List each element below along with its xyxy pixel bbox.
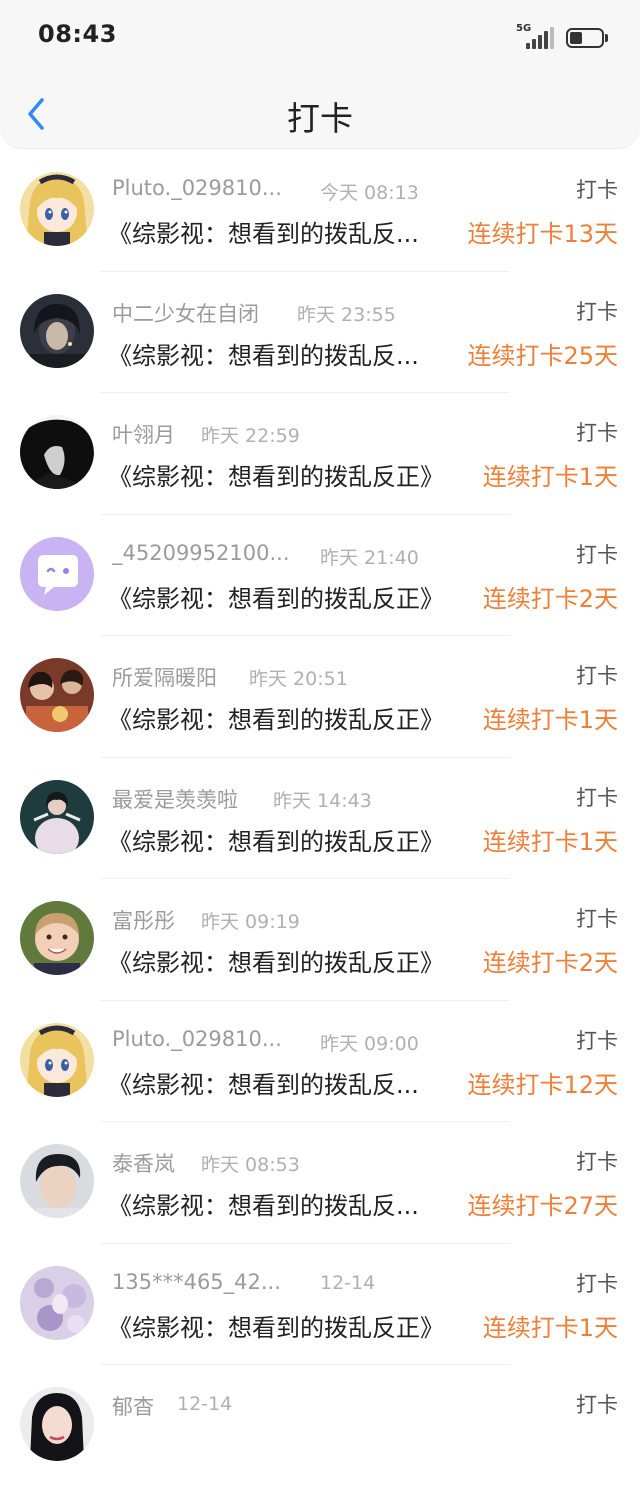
checkin-button[interactable]: 打卡 (576, 1389, 618, 1419)
list-item[interactable]: 郁杳 12-14 打卡 (0, 1365, 640, 1487)
battery-icon (566, 28, 608, 48)
list-item[interactable]: Pluto._029810... 昨天 09:00 打卡 《综影视：想看到的拨乱… (0, 1001, 640, 1122)
checkin-time: 昨天 20:51 (249, 668, 348, 690)
streak-label: 连续打卡13天 (467, 220, 618, 248)
page-title: 打卡 (287, 99, 353, 138)
checkin-button[interactable]: 打卡 (576, 539, 618, 569)
avatar[interactable] (20, 1144, 94, 1218)
checkin-button[interactable]: 打卡 (576, 296, 618, 326)
user-name[interactable]: 富彤彤 (112, 905, 175, 935)
list-item[interactable]: 中二少女在自闭 昨天 23:55 打卡 《综影视：想看到的拨乱反... 连续打卡… (0, 272, 640, 393)
status-icons: 5G (516, 23, 608, 52)
streak-label: 连续打卡27天 (467, 1192, 618, 1220)
checkin-button[interactable]: 打卡 (576, 417, 618, 447)
checkin-time: 12-14 (320, 1271, 376, 1294)
checkin-list: Pluto._029810... 今天 08:13 打卡 《综影视：想看到的拨乱… (0, 150, 640, 1487)
list-item[interactable]: 最爱是羡羡啦 昨天 14:43 打卡 《综影视：想看到的拨乱反正》 连续打卡1天 (0, 758, 640, 879)
list-item[interactable]: 所爱隔暖阳 昨天 20:51 打卡 《综影视：想看到的拨乱反正》 连续打卡1天 (0, 636, 640, 758)
streak-label: 连续打卡2天 (482, 949, 618, 977)
user-name[interactable]: 泰香岚 (112, 1148, 175, 1178)
list-item[interactable]: 135***465_42... 12-14 打卡 《综影视：想看到的拨乱反正》 … (0, 1244, 640, 1365)
checkin-button[interactable]: 打卡 (576, 903, 618, 933)
checkin-time: 今天 08:13 (320, 182, 419, 204)
streak-label: 连续打卡1天 (482, 1313, 618, 1342)
book-title: 《综影视：想看到的拨乱反正》 (108, 706, 444, 734)
user-name[interactable]: 郁杳 (112, 1391, 154, 1421)
streak-label: 连续打卡12天 (467, 1070, 618, 1099)
avatar[interactable] (20, 415, 94, 489)
list-item[interactable]: 叶翎月 昨天 22:59 打卡 《综影视：想看到的拨乱反正》 连续打卡1天 (0, 393, 640, 515)
book-title: 《综影视：想看到的拨乱反正》 (108, 1313, 444, 1342)
checkin-button[interactable]: 打卡 (576, 1268, 618, 1298)
checkin-button[interactable]: 打卡 (576, 1025, 618, 1055)
streak-label: 连续打卡25天 (467, 341, 618, 370)
avatar[interactable] (20, 293, 94, 368)
user-name[interactable]: Pluto._029810... (112, 176, 282, 200)
avatar[interactable] (20, 901, 94, 975)
book-title: 《综影视：想看到的拨乱反正》 (108, 827, 444, 856)
user-name[interactable]: Pluto._029810... (112, 1027, 282, 1051)
avatar[interactable] (20, 1265, 94, 1340)
signal-icon: 5G (516, 23, 554, 51)
user-name[interactable]: 所爱隔暖阳 (112, 662, 217, 692)
book-title: 《综影视：想看到的拨乱反... (108, 1192, 419, 1220)
checkin-time: 昨天 09:19 (201, 911, 300, 933)
user-name[interactable]: _45209952100... (112, 541, 290, 565)
checkin-time: 昨天 08:53 (201, 1154, 300, 1176)
book-title: 《综影视：想看到的拨乱反正》 (108, 949, 444, 977)
checkin-button[interactable]: 打卡 (576, 660, 618, 690)
status-time: 08:43 (38, 20, 117, 48)
avatar[interactable] (20, 1022, 94, 1097)
user-name[interactable]: 中二少女在自闭 (112, 298, 259, 328)
user-name[interactable]: 叶翎月 (112, 419, 175, 449)
avatar[interactable] (20, 1387, 94, 1461)
list-item[interactable]: _45209952100... 昨天 21:40 打卡 《综影视：想看到的拨乱反… (0, 515, 640, 636)
checkin-button[interactable]: 打卡 (576, 174, 618, 204)
streak-label: 连续打卡1天 (482, 463, 618, 491)
streak-label: 连续打卡1天 (482, 827, 618, 856)
avatar[interactable] (20, 779, 94, 854)
book-title: 《综影视：想看到的拨乱反正》 (108, 584, 444, 613)
user-name[interactable]: 135***465_42... (112, 1270, 281, 1294)
checkin-time: 昨天 21:40 (320, 546, 419, 569)
list-item[interactable]: 富彤彤 昨天 09:19 打卡 《综影视：想看到的拨乱反正》 连续打卡2天 (0, 879, 640, 1001)
streak-label: 连续打卡1天 (482, 706, 618, 734)
checkin-time: 昨天 09:00 (320, 1032, 419, 1055)
checkin-button[interactable]: 打卡 (576, 1146, 618, 1176)
list-item[interactable]: Pluto._029810... 今天 08:13 打卡 《综影视：想看到的拨乱… (0, 150, 640, 272)
user-name[interactable]: 最爱是羡羡啦 (112, 784, 238, 814)
checkin-time: 昨天 22:59 (201, 425, 300, 447)
book-title: 《综影视：想看到的拨乱反... (108, 341, 419, 370)
streak-label: 连续打卡2天 (482, 584, 618, 613)
list-item[interactable]: 泰香岚 昨天 08:53 打卡 《综影视：想看到的拨乱反... 连续打卡27天 (0, 1122, 640, 1244)
avatar[interactable] (20, 658, 94, 732)
checkin-time: 昨天 14:43 (273, 789, 372, 812)
top-bar: 08:43 5G 打卡 (0, 0, 640, 148)
checkin-button[interactable]: 打卡 (576, 782, 618, 812)
book-title: 《综影视：想看到的拨乱反... (108, 1070, 419, 1099)
book-title: 《综影视：想看到的拨乱反... (108, 220, 419, 248)
avatar[interactable] (20, 536, 94, 611)
checkin-time: 昨天 23:55 (297, 303, 396, 326)
avatar[interactable] (20, 172, 94, 246)
book-title: 《综影视：想看到的拨乱反正》 (108, 463, 444, 491)
checkin-time: 12-14 (177, 1393, 233, 1415)
